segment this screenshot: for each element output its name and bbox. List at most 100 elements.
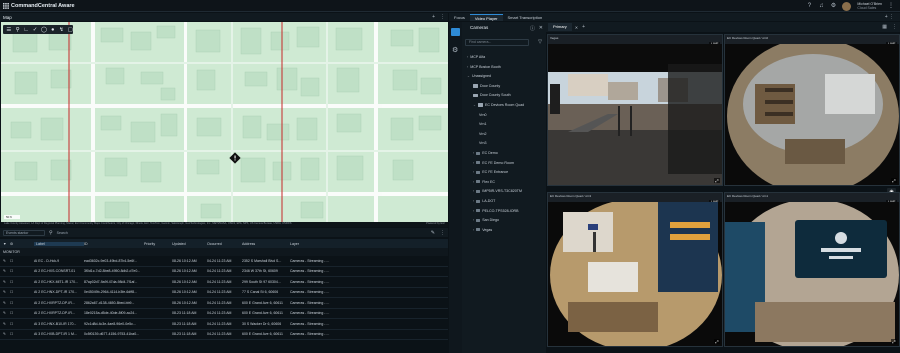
grid-icon[interactable] xyxy=(3,3,9,9)
plus-icon[interactable]: + xyxy=(582,24,585,30)
camera-list-icon[interactable] xyxy=(451,28,460,36)
camera-tree-item[interactable]: › LA-DOT xyxy=(473,197,495,205)
more-icon[interactable]: ⋮ xyxy=(888,3,894,9)
chevron-down-icon[interactable]: ⌄ xyxy=(467,74,470,78)
edit-icon[interactable]: ✎ xyxy=(0,301,10,305)
table-row[interactable]: ✎ ☐ AI 2 EC-HXS-CONSRT-01 3f0d1c-7d2-8be8-4… xyxy=(0,267,448,277)
select-icon[interactable]: ▢ xyxy=(67,27,73,33)
tab-smart-transcription[interactable]: Smart Transcription xyxy=(503,14,548,21)
table-row[interactable]: ✎ ☐ AI 2 EC-HXRPTZ-DP-IR... 2862a67-d138-46… xyxy=(0,298,448,309)
checkbox[interactable]: ☐ xyxy=(10,311,34,315)
table-row[interactable]: ✎ ☐ AI 3 EC-HXB-DPT-IR 1 M... 0c5f0139-d677… xyxy=(0,330,448,340)
tab-map[interactable]: Map xyxy=(3,15,12,20)
more-icon[interactable]: ⋮ xyxy=(440,14,445,20)
table-row[interactable]: ✎ ☐ AI 3 EC-HNX-B10-IR 170... 92c1d8d-4c3e-… xyxy=(0,319,448,330)
camera-tree-item[interactable]: Door County South xyxy=(473,91,511,99)
camera-tree-item[interactable]: › MCP Boston Booth xyxy=(467,63,501,71)
camera-tree-item[interactable]: › Flex EC xyxy=(473,178,495,186)
checkbox[interactable]: ☐ xyxy=(10,322,34,326)
more-icon[interactable]: ⋮ xyxy=(440,230,445,236)
edit-icon[interactable]: ✎ xyxy=(0,332,10,336)
camera-tree-item[interactable]: Vrn0 xyxy=(479,111,486,119)
camera-tree-item[interactable]: › EC FE Demo Room xyxy=(473,159,514,167)
checkbox[interactable]: ☐ xyxy=(10,259,34,263)
table-row[interactable]: ✎ ☐ AI 2 EC-HXRPTZ-DP-IR... 18e0215a-d5de-4… xyxy=(0,309,448,319)
video-tile-1[interactable]: Vegas LIVE ⤢ xyxy=(547,34,723,186)
checkbox[interactable]: ☐ xyxy=(10,301,34,305)
edit-icon[interactable]: ✎ xyxy=(0,280,10,284)
camera-tree-item[interactable]: Door County xyxy=(473,82,500,90)
help-icon[interactable]: ? xyxy=(806,3,812,9)
edit-icon[interactable]: ✎ xyxy=(431,230,435,236)
chevron-down-icon[interactable]: ⌄ xyxy=(473,103,476,107)
camera-tree-item[interactable]: › EC FE Entrance xyxy=(473,168,508,176)
edit-icon[interactable]: ✎ xyxy=(0,259,10,263)
close-icon[interactable]: ✕ xyxy=(575,25,578,30)
lasso-icon[interactable]: ◯ xyxy=(41,27,47,33)
expand-icon[interactable]: ⤢ xyxy=(714,339,720,344)
chevron-right-icon[interactable]: › xyxy=(467,65,468,69)
chevron-right-icon[interactable]: › xyxy=(473,209,474,213)
layers-icon[interactable]: ☰ xyxy=(6,27,12,33)
measure-icon[interactable]: ∟ xyxy=(23,27,29,33)
plus-icon[interactable]: + xyxy=(432,14,435,20)
camera-tree-item[interactable]: › PELCO-TPS528-IORB xyxy=(473,207,519,215)
column-layer[interactable]: Layer xyxy=(290,242,350,246)
search-icon[interactable]: ⚲ xyxy=(15,27,21,33)
camera-tree-item[interactable]: › EC Demo xyxy=(473,149,498,157)
column-label[interactable]: Label xyxy=(34,241,84,246)
more-icon[interactable]: + ⋮ xyxy=(885,14,894,20)
pin-icon[interactable]: ● xyxy=(50,27,56,33)
events-search-input[interactable]: Search xyxy=(57,230,117,236)
tab-video-player[interactable]: Video Player xyxy=(469,14,503,21)
camera-tree-item[interactable]: › IMP5IR-VRS-T3C820TM xyxy=(473,187,522,195)
bell-icon[interactable]: ♫ xyxy=(818,3,824,9)
close-icon[interactable]: ✕ xyxy=(539,25,543,31)
gear-icon[interactable]: ⚙ xyxy=(830,3,836,9)
help-icon[interactable]: ⓘ xyxy=(530,25,535,32)
checkbox[interactable]: ☐ xyxy=(10,332,34,336)
table-row[interactable]: ✎ ☐ AI 2 EC-HNX-DPT-IR 170... 0e45049b-2964… xyxy=(0,288,448,298)
column-address[interactable]: Address xyxy=(242,242,290,246)
edit-icon[interactable]: ✎ xyxy=(0,269,10,273)
gear-icon[interactable]: ⚙ xyxy=(452,46,458,54)
chevron-right-icon[interactable]: › xyxy=(467,55,468,59)
draw-icon[interactable]: ✓ xyxy=(32,27,38,33)
chevron-right-icon[interactable]: › xyxy=(473,180,474,184)
more-icon[interactable]: ⋮ xyxy=(892,24,897,30)
video-tile-4[interactable]: EC Devices Room Quad / vrn1 LIVE ⤢ xyxy=(724,192,900,347)
expand-icon[interactable]: ⤢ xyxy=(891,339,897,344)
chevron-right-icon[interactable]: › xyxy=(473,218,474,222)
events-view-select[interactable]: Events stantor xyxy=(3,229,45,236)
chevron-right-icon[interactable]: › xyxy=(473,161,474,165)
chevron-right-icon[interactable]: › xyxy=(473,189,474,193)
layout-icon[interactable]: ▦ xyxy=(882,24,887,30)
video-tile-2[interactable]: EC Devices Room Quad / vrn0 LIVE ⤢ xyxy=(724,34,900,186)
checkbox[interactable]: ☐ xyxy=(10,269,34,273)
table-row[interactable]: ✎ ☐ AI 2 EC-HKX-MIT1-IR 170... 87ap02d7-9a9… xyxy=(0,277,448,288)
camera-tree-item[interactable]: ⌄ Unassigned xyxy=(467,72,491,80)
chevron-right-icon[interactable]: › xyxy=(473,199,474,203)
expand-icon[interactable]: ⤢ xyxy=(891,178,897,183)
avatar[interactable] xyxy=(842,1,852,11)
camera-tree-item[interactable]: › MCP Alfa xyxy=(467,53,485,61)
video-tile-3[interactable]: EC Devices Room Quad / vrn3 LIVE ⤢ xyxy=(547,192,723,347)
powered-by[interactable]: Powered by Esri xyxy=(426,222,445,225)
filter-icon[interactable]: ▽ xyxy=(538,39,542,45)
chevron-right-icon[interactable]: › xyxy=(473,151,474,155)
camera-tree-item[interactable]: Vrn1 xyxy=(479,120,486,128)
camera-search-input[interactable]: Find camera... xyxy=(465,39,529,46)
chevron-right-icon[interactable]: › xyxy=(473,228,474,232)
map-view[interactable]: 50 ft xyxy=(1,22,448,223)
user-info[interactable]: Michael O'Brien Cloud Sales xyxy=(857,2,882,10)
map-canvas[interactable] xyxy=(1,22,448,223)
edit-icon[interactable]: ✎ xyxy=(0,322,10,326)
table-row[interactable]: ✎ ☐ AI EC - D-Hck-9 ead3602c-9e03-49bd-87b4… xyxy=(0,256,448,267)
checkbox[interactable]: ☐ xyxy=(10,290,34,294)
camera-tree-item[interactable]: › Vegas xyxy=(473,226,492,234)
camera-tree-item[interactable]: ⌄ EC Devices Room Quad xyxy=(473,101,524,109)
filter-icon[interactable]: ▼ xyxy=(0,242,10,246)
tab-focus[interactable]: Focus xyxy=(449,14,470,21)
checkbox[interactable]: ☐ xyxy=(10,280,34,284)
route-icon[interactable]: ↯ xyxy=(59,27,65,33)
